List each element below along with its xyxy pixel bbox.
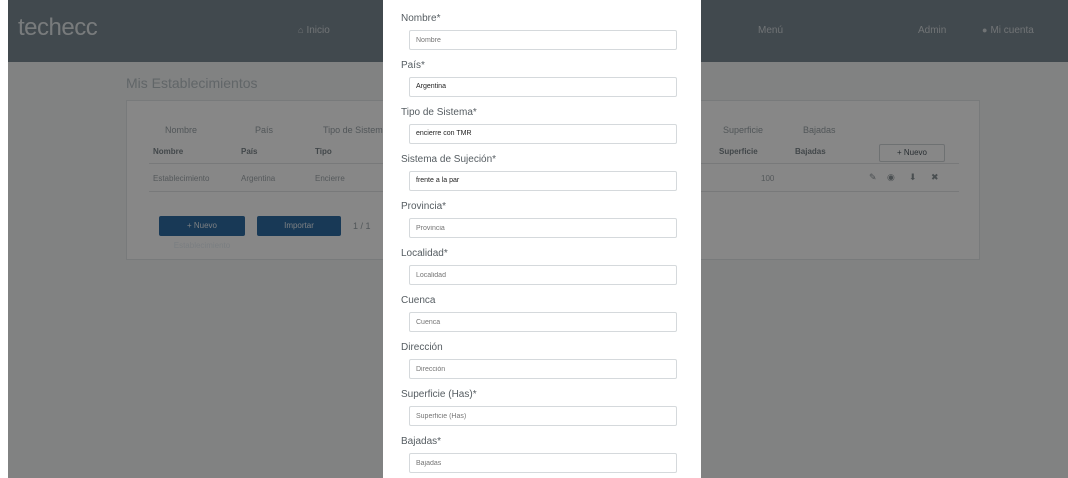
pais-label: País* [401,60,425,71]
cuenca-field[interactable] [409,312,677,332]
direccion-field[interactable] [409,359,677,379]
app-window: techecc ⌂ Inicio Menú Admin ● Mi cuenta Mi… [8,0,1068,478]
tipo-sistema-select[interactable]: encierre con TMR [409,124,677,144]
superficie-label: Superficie (Has)* [401,389,477,400]
superficie-field[interactable] [409,406,677,426]
sujecion-select[interactable]: frente a la par [409,171,677,191]
localidad-field[interactable] [409,265,677,285]
direccion-label: Dirección [401,342,443,353]
cuenca-label: Cuenca [401,295,436,306]
provincia-label: Provincia* [401,201,447,212]
bajadas-label: Bajadas* [401,436,442,447]
pais-select[interactable]: Argentina [409,77,677,97]
nombre-field[interactable] [409,30,677,50]
tipo-sistema-label: Tipo de Sistema* [401,107,477,118]
establishment-form-modal: Nombre* País* Argentina Tipo de Sistema*… [383,0,701,478]
sujecion-label: Sistema de Sujeción* [401,154,497,165]
provincia-field[interactable] [409,218,677,238]
localidad-label: Localidad* [401,248,448,259]
bajadas-field[interactable] [409,453,677,473]
nombre-label: Nombre* [401,13,441,24]
